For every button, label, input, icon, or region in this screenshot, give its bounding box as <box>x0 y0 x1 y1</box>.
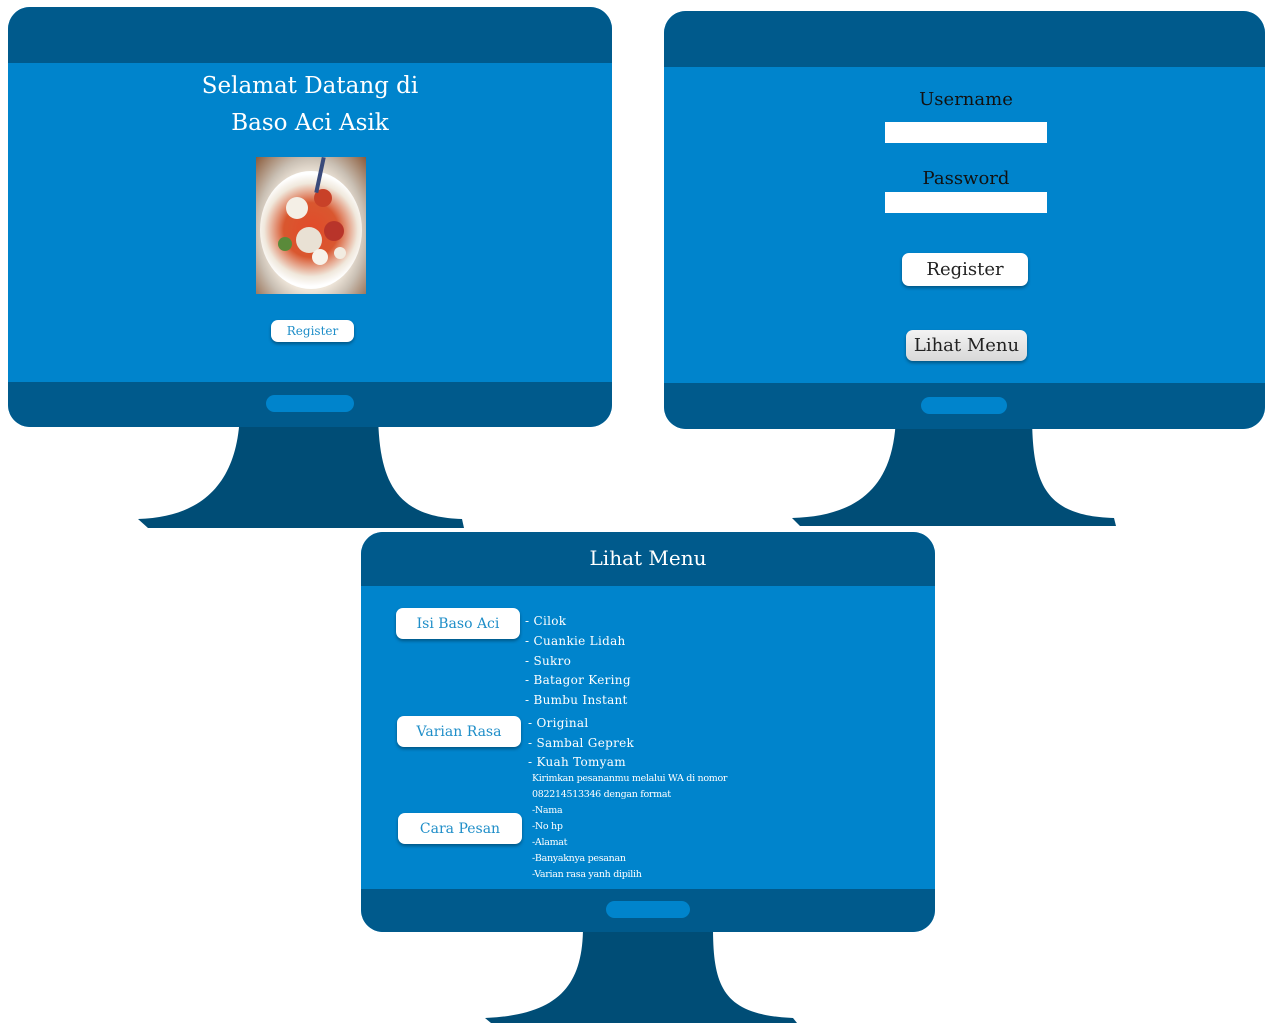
password-field[interactable] <box>885 192 1047 213</box>
bottom-bezel <box>664 383 1265 429</box>
order-format-field: -Banyaknya pesanan <box>532 853 626 864</box>
menu-item: - Bumbu Instant <box>525 693 628 707</box>
menu-monitor: Lihat Menu Isi Baso Aci - Cilok - Cuanki… <box>361 532 935 1023</box>
password-label: Password <box>922 168 1010 189</box>
username-label: Username <box>919 89 1013 110</box>
order-instruction: Kirimkan pesananmu melalui WA di nomor <box>532 773 728 784</box>
top-bezel <box>8 7 612 63</box>
home-button <box>266 395 354 412</box>
order-format-field: -Nama <box>532 805 563 816</box>
welcome-title-line2: Baso Aci Asik <box>231 110 389 136</box>
order-instruction: 082214513346 dengan format <box>532 789 671 800</box>
home-button <box>606 901 690 918</box>
menu-item: - Batagor Kering <box>525 673 631 687</box>
welcome-monitor: Selamat Datang di Baso Aci Asik Register <box>8 7 612 528</box>
menu-item: - Sambal Geprek <box>528 736 635 750</box>
view-menu-button[interactable]: Lihat Menu <box>906 330 1027 361</box>
order-format-field: -Varian rasa yanh dipilih <box>532 869 642 880</box>
register-button[interactable]: Register <box>902 253 1028 286</box>
menu-item: - Sukro <box>525 654 572 668</box>
username-field[interactable] <box>885 122 1047 143</box>
login-monitor: Username Password Register Lihat Menu <box>664 11 1265 526</box>
top-bezel <box>664 11 1265 67</box>
menu-item: - Kuah Tomyam <box>528 755 626 769</box>
bottom-bezel <box>8 382 612 427</box>
welcome-title-line1: Selamat Datang di <box>201 73 419 99</box>
top-bezel: Lihat Menu <box>361 532 935 586</box>
register-button[interactable]: Register <box>271 320 354 342</box>
baso-aci-photo <box>256 157 366 294</box>
menu-title: Lihat Menu <box>589 546 707 570</box>
category-button-isi-baso-aci[interactable]: Isi Baso Aci <box>396 608 520 639</box>
home-button <box>921 397 1007 414</box>
menu-item: - Cuankie Lidah <box>525 634 626 648</box>
login-screen: Username Password Register Lihat Menu <box>664 11 1265 429</box>
category-button-cara-pesan[interactable]: Cara Pesan <box>398 813 522 844</box>
bottom-bezel <box>361 889 935 932</box>
menu-item: - Original <box>528 716 589 730</box>
order-format-field: -No hp <box>532 821 563 832</box>
menu-item: - Cilok <box>525 614 567 628</box>
order-format-field: -Alamat <box>532 837 568 848</box>
category-button-varian-rasa[interactable]: Varian Rasa <box>397 716 521 747</box>
menu-screen: Lihat Menu Isi Baso Aci - Cilok - Cuanki… <box>361 532 935 932</box>
welcome-screen: Selamat Datang di Baso Aci Asik Register <box>8 7 612 427</box>
